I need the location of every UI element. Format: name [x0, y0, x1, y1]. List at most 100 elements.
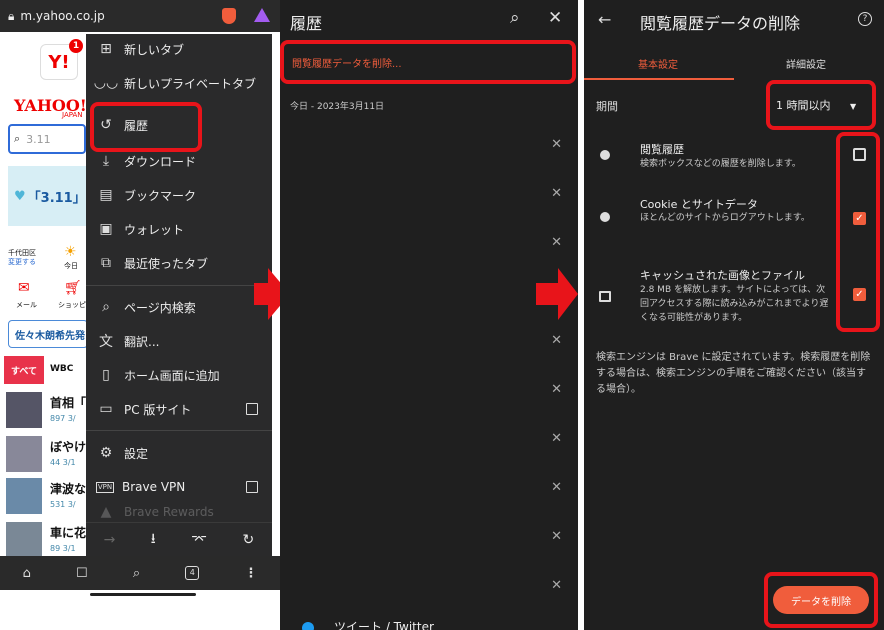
home-icon[interactable]: ⌂: [23, 566, 31, 581]
download-page-icon[interactable]: ⭳: [151, 528, 156, 552]
menu-rewards[interactable]: ▲ Brave Rewards: [86, 504, 272, 520]
news-title: 車に花: [50, 526, 87, 540]
plus-box-icon: ⊞: [100, 41, 112, 57]
promo-banner[interactable]: ♥ 「3.11」: [8, 166, 88, 226]
menu-desktop-site[interactable]: ▭ PC 版サイト: [86, 394, 272, 424]
menu-label: Brave Rewards: [124, 505, 214, 519]
remove-entry-icon[interactable]: ✕: [551, 333, 562, 348]
bookmark-nav-icon[interactable]: ☐: [76, 566, 88, 581]
back-arrow-icon[interactable]: ←: [598, 10, 611, 29]
rewards-icon[interactable]: [254, 8, 270, 22]
remove-entry-icon[interactable]: ✕: [551, 235, 562, 250]
menu-label: ウォレット: [124, 222, 185, 237]
news-item[interactable]: 首相「 897 3/: [6, 392, 86, 430]
arrow-head: [558, 268, 578, 320]
news-title: 津波な: [50, 482, 87, 496]
glasses-icon: ◡◡: [93, 75, 119, 91]
remove-entry-icon[interactable]: ✕: [551, 480, 562, 495]
sun-icon: ☀: [64, 244, 77, 260]
news-title: ぼやけ: [50, 440, 87, 454]
clear-data-panel: ← 閲覧履歴データの削除 ? 基本設定 詳細設定 期間 1 時間以内 ▼ 閲覧履…: [584, 0, 884, 630]
remove-entry-icon[interactable]: ✕: [551, 578, 562, 593]
url-bar[interactable]: 🔒︎ m.yahoo.co.jp: [0, 0, 280, 32]
tab-advanced[interactable]: 詳細設定: [786, 56, 826, 71]
remove-entry-icon[interactable]: ✕: [551, 431, 562, 446]
menu-action-bar: → ⭳ ⌤ ↻: [86, 522, 272, 556]
remove-entry-icon[interactable]: ✕: [551, 382, 562, 397]
forward-icon[interactable]: →: [104, 532, 116, 548]
bookmark-icon: ▤: [99, 187, 113, 203]
menu-label: PC 版サイト: [124, 402, 192, 417]
promo-link[interactable]: 佐々木朗希先発: [8, 320, 88, 348]
tab-wbc-label: WBC: [50, 364, 74, 374]
remove-entry-icon[interactable]: ✕: [551, 186, 562, 201]
weather-today: 今日: [64, 262, 78, 270]
more-menu-icon[interactable]: ⋮: [244, 566, 257, 581]
remove-entry-icon[interactable]: ✕: [551, 529, 562, 544]
tab-basic[interactable]: 基本設定: [638, 56, 678, 71]
vpn-icon: VPN: [96, 481, 114, 493]
menu-new-tab[interactable]: ⊞ 新しいタブ: [86, 34, 272, 64]
weather-change-link[interactable]: 変更する: [8, 257, 36, 267]
yahoo-logo[interactable]: Y! 1: [40, 39, 83, 80]
image-icon: [599, 291, 611, 302]
news-meta: 89 3/1: [50, 544, 76, 553]
news-thumbnail: [6, 436, 42, 472]
reload-icon[interactable]: ↻: [243, 532, 255, 548]
news-item[interactable]: 車に花 89 3/1: [6, 522, 86, 560]
news-thumbnail: [6, 478, 42, 514]
find-page-icon: ⌕: [102, 299, 110, 315]
menu-settings[interactable]: ⚙ 設定: [86, 438, 272, 468]
search-input[interactable]: ⌕ 3.11: [8, 124, 86, 154]
news-item[interactable]: 津波な 531 3/: [6, 478, 86, 516]
news-tab-wbc[interactable]: WBC: [50, 364, 73, 374]
close-icon[interactable]: ✕: [548, 8, 562, 28]
menu-find-in-page[interactable]: ⌕ ページ内検索: [86, 292, 272, 322]
menu-vpn[interactable]: VPN Brave VPN: [86, 472, 272, 502]
menu-recent-tabs[interactable]: ⧉ 最近使ったタブ: [86, 248, 272, 278]
promo-text: 佐々木朗希先発: [15, 330, 85, 342]
menu-add-home[interactable]: ▯ ホーム画面に追加: [86, 360, 272, 390]
menu-divider: [86, 430, 272, 431]
bottom-toolbar: ⌂ ☐ ⌕ 4 ⋮: [0, 556, 280, 590]
rewards-triangle-icon: ▲: [100, 504, 112, 520]
brave-shield-icon[interactable]: [222, 8, 236, 24]
news-thumbnail: [6, 392, 42, 428]
monitor-icon: ▭: [99, 401, 113, 417]
menu-private-tab[interactable]: ◡◡ 新しいプライベートタブ: [86, 68, 272, 98]
news-meta: 44 3/1: [50, 458, 76, 467]
menu-label: ブックマーク: [124, 188, 197, 203]
mail-label: メール: [16, 301, 37, 309]
gear-icon: ⚙: [99, 445, 113, 461]
menu-bookmarks[interactable]: ▤ ブックマーク: [86, 180, 272, 210]
news-item[interactable]: ぼやけ 44 3/1: [6, 436, 86, 474]
menu-label: ページ内検索: [124, 300, 196, 315]
search-nav-icon[interactable]: ⌕: [133, 566, 140, 581]
search-engine-note: 検索エンジンは Brave に設定されています。検索履歴を削除する場合は、検索エ…: [596, 352, 871, 395]
remove-entry-icon[interactable]: ✕: [551, 137, 562, 152]
option-desc: 検索ボックスなどの履歴を削除します。: [640, 159, 801, 169]
highlight-checkboxes: [836, 132, 880, 332]
add-home-icon: ▯: [102, 367, 110, 383]
search-icon[interactable]: ⌕: [510, 8, 520, 28]
history-entry-title[interactable]: ツイート / Twitter: [334, 618, 434, 630]
menu-wallet[interactable]: ▣ ウォレット: [86, 214, 272, 244]
highlight-clear-link: [280, 40, 576, 84]
logo-text: Y!: [48, 51, 70, 73]
desktop-site-checkbox[interactable]: [246, 403, 258, 415]
highlight-history-menu: [90, 102, 202, 152]
arrow-right-icon: [254, 283, 268, 305]
tabs-button[interactable]: 4: [185, 566, 200, 580]
shopping-icon[interactable]: 🛒︎: [64, 280, 82, 296]
news-tab-all[interactable]: すべて: [4, 356, 44, 384]
menu-translate[interactable]: 文翻訳...: [86, 326, 272, 356]
share-icon[interactable]: ⌤: [191, 532, 207, 548]
highlight-period: [766, 80, 876, 130]
mail-icon[interactable]: ✉: [18, 280, 30, 296]
highlight-clear-button: [764, 572, 878, 628]
help-icon[interactable]: ?: [858, 12, 872, 26]
menu-divider: [86, 285, 272, 286]
shopping-label: ショッピ: [58, 301, 86, 309]
vpn-checkbox[interactable]: [246, 481, 258, 493]
heart-icon: ♥: [14, 188, 26, 204]
